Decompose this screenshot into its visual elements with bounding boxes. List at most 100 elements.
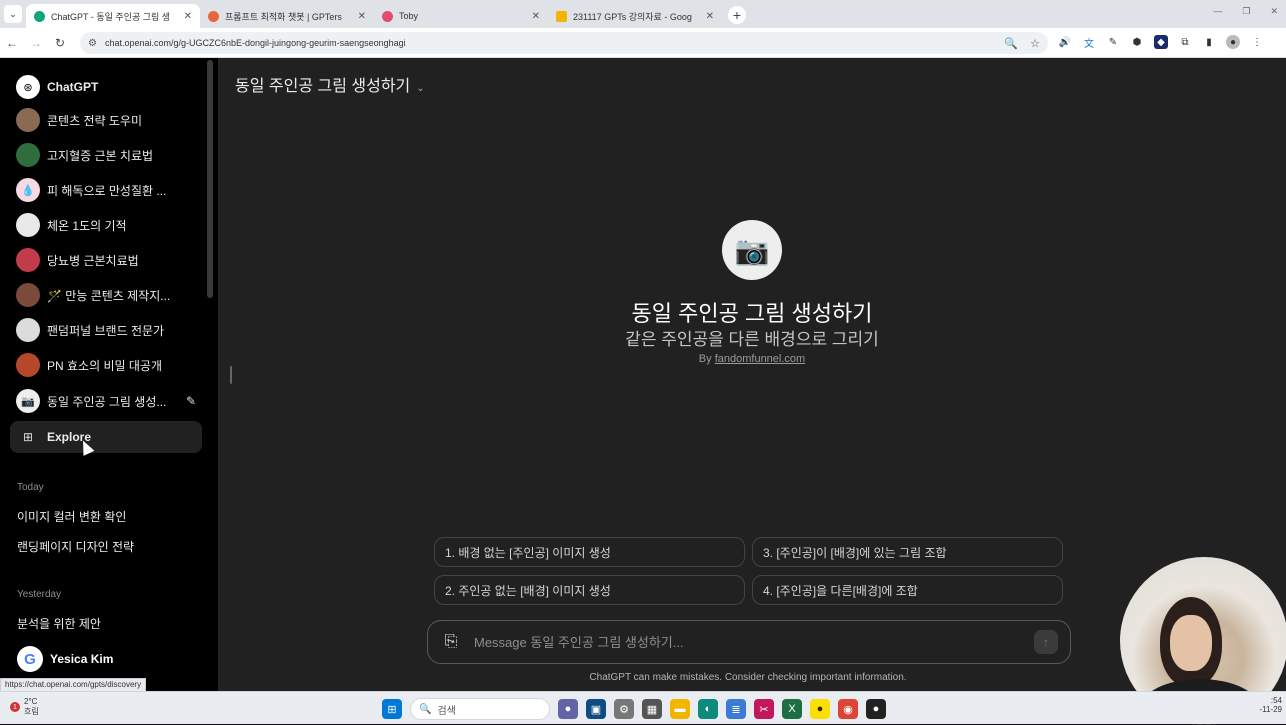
settings-icon[interactable]: ⚙ [614, 699, 634, 719]
restore-icon[interactable]: ❐ [1242, 6, 1250, 17]
sidebar-item-gpt[interactable]: 콘텐츠 전략 도우미 [10, 104, 202, 136]
tab-close-icon[interactable]: ✕ [358, 11, 366, 22]
bookmark-star-icon[interactable]: ☆ [1030, 37, 1040, 50]
browser-tab[interactable]: Toby ✕ [374, 4, 548, 28]
profile-icon[interactable]: ● [1226, 35, 1240, 49]
calculator-icon[interactable]: ▦ [642, 699, 662, 719]
conversation-starter-button[interactable]: 2. 주인공 없는 [배경] 이미지 생성 [434, 575, 745, 605]
conversation-starter-button[interactable]: 1. 배경 없는 [주인공] 이미지 생성 [434, 537, 745, 567]
sidebar-item-chatgpt[interactable]: ⊛ ChatGPT [10, 71, 202, 103]
tab-close-icon[interactable]: ✕ [706, 11, 714, 22]
notepad-icon[interactable]: ≣ [726, 699, 746, 719]
new-tab-button[interactable]: + [728, 6, 746, 24]
chat-history-item[interactable]: 이미지 컬러 변환 확인 [17, 508, 126, 525]
puzzle-icon[interactable]: ⧉ [1178, 35, 1192, 49]
yesterday-heading: Yesterday [17, 589, 62, 600]
conversation-starter-button[interactable]: 3. [주인공]이 [배경]에 있는 그림 조합 [752, 537, 1063, 567]
sidebar-item-gpt-active[interactable]: 📷 동일 주인공 그림 생성... ✎ [10, 385, 202, 417]
gpt-title-dropdown[interactable]: 동일 주인공 그림 생성하기 ⌄ [235, 72, 425, 96]
os-taskbar: 1 2°C 흐림 ⊞ 🔍 검색 ● ▣ ⚙ ▦ ▬ ◐ ≣ ✂ X ● ◉ ● … [0, 691, 1286, 724]
chrome-icon[interactable]: ◉ [838, 699, 858, 719]
clock-date: -11-29 [1259, 705, 1282, 714]
camera-icon: 📷 [722, 220, 782, 280]
recorder-icon[interactable]: ● [866, 699, 886, 719]
taskbar-search-placeholder: 검색 [437, 705, 456, 717]
extension-icon[interactable]: ⬢ [1130, 35, 1144, 49]
chat-history-item[interactable]: 분석을 위한 제안 [17, 615, 101, 632]
weather-widget[interactable]: 1 2°C 흐림 [10, 697, 39, 717]
sidebar-item-gpt[interactable]: 팬덤퍼널 브랜드 전문가 [10, 314, 202, 346]
sidebar-item-gpt[interactable]: 고지혈증 근본 치료법 [10, 139, 202, 171]
gpt-name: 동일 주인공 그림 생성하기 [631, 301, 873, 326]
site-info-icon[interactable]: ⚙ [88, 38, 97, 49]
paperclip-icon[interactable]: ⎘ [428, 633, 474, 651]
gpt-author: By fandomfunnel.com [218, 353, 1286, 365]
sidebar-item-gpt[interactable]: 체온 1도의 기적 [10, 209, 202, 241]
file-explorer-icon[interactable]: ▬ [670, 699, 690, 719]
disclaimer-text: ChatGPT can make mistakes. Consider chec… [589, 672, 907, 683]
tab-search-button[interactable]: ⌄ [4, 5, 22, 23]
gpt-avatar-icon [16, 353, 40, 377]
edge-icon[interactable]: ◐ [698, 699, 718, 719]
browser-tab[interactable]: ChatGPT - 동일 주인공 그림 생 ✕ [26, 4, 200, 28]
kakaotalk-icon[interactable]: ● [810, 699, 830, 719]
tab-close-icon[interactable]: ✕ [532, 11, 540, 22]
tab-title: Toby [399, 11, 419, 21]
gpt-avatar-icon [16, 283, 40, 307]
sidebar-item-gpt[interactable]: PN 효소의 비밀 대공개 [10, 349, 202, 381]
tab-favicon-icon [208, 10, 219, 22]
conversation-starter-button[interactable]: 4. [주인공]을 다른[배경]에 조합 [752, 575, 1063, 605]
by-prefix: By [698, 353, 712, 365]
message-input[interactable] [474, 634, 1034, 650]
store-app-icon[interactable]: ▣ [586, 699, 606, 719]
user-profile-button[interactable]: G Yesica Kim [17, 646, 113, 672]
tab-title: 프롬프트 최적화 챗봇 | GPTers [225, 11, 342, 22]
snipping-tool-icon[interactable]: ✂ [754, 699, 774, 719]
minimize-icon[interactable]: — [1213, 6, 1222, 17]
close-window-icon[interactable]: ✕ [1270, 6, 1278, 17]
gpt-description: 같은 주인공을 다른 배경으로 그리기 [625, 330, 879, 349]
chat-history-item[interactable]: 랜딩페이지 디자인 전략 [17, 538, 134, 555]
new-chat-edit-icon[interactable]: ✎ [186, 394, 196, 408]
excel-icon[interactable]: X [782, 699, 802, 719]
sidepanel-icon[interactable]: ▮ [1202, 35, 1216, 49]
menu-icon[interactable]: ⋮ [1250, 35, 1264, 49]
windows-start-icon[interactable]: ⊞ [382, 699, 402, 719]
sidebar-toggle-handle[interactable] [230, 366, 232, 384]
tab-close-icon[interactable]: ✕ [184, 11, 192, 22]
audio-icon[interactable]: 🔊 [1058, 35, 1072, 49]
back-icon[interactable]: ← [0, 36, 24, 50]
tab-favicon-icon [556, 10, 567, 22]
today-heading: Today [17, 482, 44, 493]
forward-icon[interactable]: → [24, 36, 48, 50]
header-title: 동일 주인공 그림 생성하기 [235, 78, 411, 95]
chat-app-icon[interactable]: ● [558, 699, 578, 719]
gpt-avatar-icon [16, 108, 40, 132]
notification-badge: 1 [10, 702, 20, 712]
browser-tab[interactable]: 프롬프트 최적화 챗봇 | GPTers ✕ [200, 4, 374, 28]
sidebar-item-gpt[interactable]: 🪄 만능 콘텐츠 제작지... [10, 279, 202, 311]
link-status-bar: https://chat.openai.com/gpts/discovery [0, 678, 147, 692]
extension-icon[interactable]: ◆ [1154, 35, 1168, 49]
window-controls: — ❐ ✕ [1213, 6, 1278, 17]
address-bar[interactable]: ⚙ chat.openai.com/g/g-UGCZC6nbE-dongil-j… [80, 32, 1048, 54]
system-clock[interactable]: :54 -11-29 [1259, 696, 1282, 714]
sidebar-item-gpt[interactable]: 당뇨병 근본치료법 [10, 244, 202, 276]
sidebar-item-gpt[interactable]: 💧 피 해독으로 만성질환 ... [10, 174, 202, 206]
author-link[interactable]: fandomfunnel.com [715, 353, 806, 365]
translate-icon[interactable]: 文 [1082, 35, 1096, 50]
message-composer: ⎘ ↑ [427, 620, 1071, 664]
reload-icon[interactable]: ↻ [48, 36, 72, 50]
browser-tab[interactable]: 231117 GPTs 강의자료 - Goog ✕ [548, 4, 722, 28]
taskbar-search[interactable]: 🔍 검색 [410, 698, 550, 720]
sidebar-scrollbar[interactable] [207, 60, 213, 298]
zoom-icon[interactable]: 🔍 [1004, 37, 1018, 50]
sidebar-item-explore[interactable]: ⊞ Explore [10, 421, 202, 453]
browser-toolbar: ← → ↻ ⚙ chat.openai.com/g/g-UGCZC6nbE-do… [0, 28, 1286, 58]
extension-icon[interactable]: ✎ [1106, 35, 1120, 49]
tab-title: 231117 GPTs 강의자료 - Goog [573, 11, 692, 22]
send-button[interactable]: ↑ [1034, 630, 1058, 654]
gpt-avatar-icon [16, 248, 40, 272]
search-icon: 🔍 [419, 703, 432, 715]
google-avatar-icon: G [17, 646, 43, 672]
